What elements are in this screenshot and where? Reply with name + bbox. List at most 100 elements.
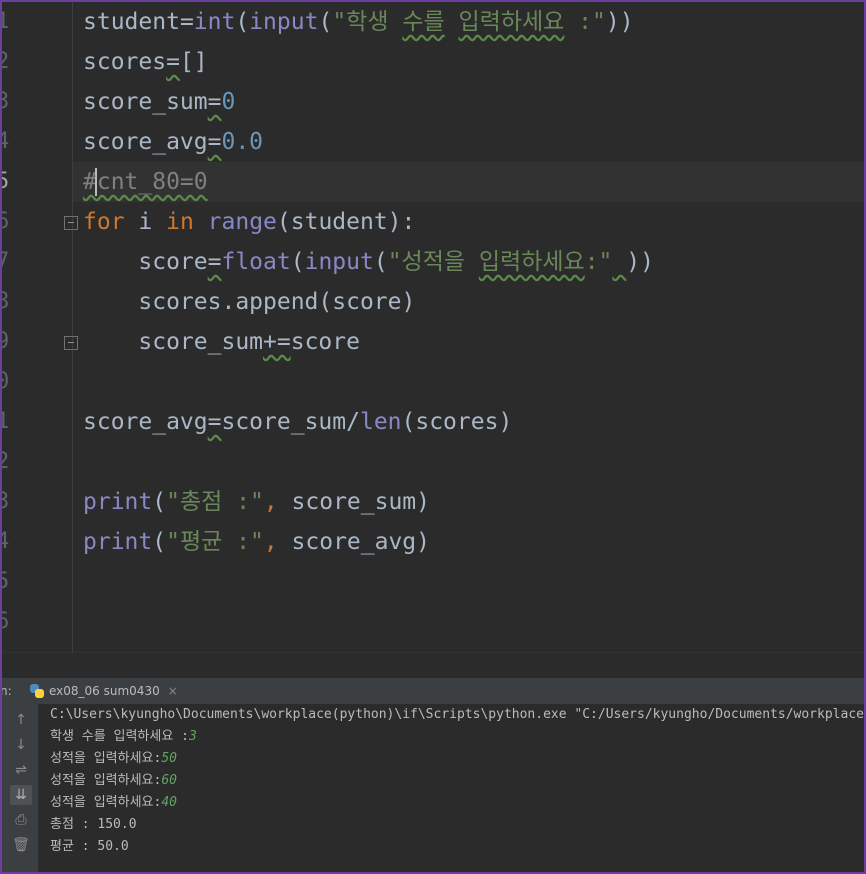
console-text: 성적을 입력하세요: [50, 751, 162, 766]
console-line: C:\Users\kyungho\Documents\workplace(pyt… [50, 704, 866, 726]
code-token: )) [605, 9, 634, 35]
code-token: ( [373, 249, 388, 275]
line-number: 4 [0, 529, 10, 554]
code-line[interactable]: score_sum+=score [83, 322, 360, 362]
line-number: 0 [0, 369, 10, 394]
code-token: 입력하세요 [458, 9, 565, 35]
code-line[interactable]: for i in range(student): [83, 202, 415, 242]
run-tab-title: ex08_06 sum0430 [49, 684, 160, 698]
code-token: in [166, 209, 194, 235]
code-token: student [83, 9, 180, 35]
code-token: scores.append(score) [83, 289, 416, 315]
code-token: = [207, 409, 222, 435]
console-text: 성적을 입력하세요: [50, 795, 162, 810]
code-token: "성적을 [387, 249, 479, 275]
code-line[interactable]: student=int(input("학생 수를 입력하세요 :")) [83, 2, 634, 42]
console-text: C:\Users\kyungho\Documents\workplace(pyt… [50, 707, 866, 722]
line-number: 1 [0, 409, 10, 434]
console-line: 성적을 입력하세요:60 [50, 770, 177, 792]
code-token: [] [179, 49, 208, 75]
console-text: 성적을 입력하세요: [50, 773, 162, 788]
code-token: 0 [221, 89, 236, 115]
code-token: += [263, 329, 291, 355]
line-number: 6 [0, 609, 10, 634]
line-number: 1 [0, 9, 10, 34]
rerun-up-icon[interactable]: ↑ [10, 710, 32, 730]
code-line[interactable]: score_sum=0 [83, 82, 235, 122]
code-token: :" [564, 9, 606, 35]
code-line[interactable]: #cnt_80=0 [83, 162, 208, 202]
code-line[interactable]: scores=[] [83, 42, 208, 82]
code-line[interactable]: score_avg=score_sum/len(scores) [83, 402, 512, 442]
code-editor[interactable]: 1234567890123456 student=int(input("학생 수… [0, 0, 866, 652]
code-line[interactable]: print("평균 :", score_avg) [83, 522, 430, 562]
code-token: = [166, 49, 180, 75]
code-token: 0.0 [221, 129, 264, 155]
code-line[interactable]: score=float(input("성적을 입력하세요:" )) [83, 242, 654, 282]
run-console-output[interactable]: C:\Users\kyungho\Documents\workplace(pyt… [38, 704, 866, 874]
console-user-input: 40 [161, 795, 177, 810]
line-number: 7 [0, 249, 10, 274]
run-tab[interactable]: ex08_06 sum0430 × [24, 678, 178, 704]
print-icon[interactable]: ⎙ [10, 810, 32, 830]
down-icon[interactable]: ↓ [10, 735, 32, 755]
line-number: 2 [0, 49, 10, 74]
line-number: 9 [0, 329, 10, 354]
code-token: :" [584, 249, 613, 275]
code-token: "학생 [332, 9, 403, 35]
code-token: int [193, 9, 236, 35]
code-token: float [221, 249, 291, 275]
code-token: print [83, 489, 153, 515]
code-token: score_sum [83, 89, 208, 115]
text-cursor [95, 168, 97, 196]
code-line[interactable]: score_avg=0.0 [83, 122, 263, 162]
line-number: 5 [0, 569, 10, 594]
run-panel-label: n: [0, 684, 12, 698]
fold-marker-end-block[interactable] [64, 336, 78, 350]
line-number: 5 [0, 169, 10, 194]
code-line[interactable]: print("총점 :", score_sum) [83, 482, 430, 522]
code-token: ( [290, 249, 305, 275]
console-line: 평균 : 50.0 [50, 836, 129, 858]
console-user-input: 3 [188, 729, 197, 744]
run-panel-header: n: ex08_06 sum0430 × [0, 678, 866, 705]
code-token: = [207, 129, 222, 155]
code-token: (student): [276, 209, 416, 235]
run-toolbar: ↑ ↓ ⇌ ⇊ ⎙ 🗑 [0, 704, 39, 874]
code-token: ( [318, 9, 333, 35]
code-token: print [83, 529, 153, 555]
code-token: 수를 [402, 9, 445, 35]
line-number: 3 [0, 489, 10, 514]
line-number: 6 [0, 209, 10, 234]
code-token: len [359, 409, 402, 435]
trash-icon[interactable]: 🗑 [10, 835, 32, 855]
editor-gutter[interactable]: 1 2 3 4 5 6 7 8 9 0 1 2 3 4 5 6 [0, 0, 78, 652]
code-token: for [83, 209, 125, 235]
code-token: input [304, 249, 374, 275]
code-token: score_sum/ [221, 409, 360, 435]
code-line[interactable]: scores.append(score) [83, 282, 415, 322]
console-line: 총점 : 150.0 [50, 814, 137, 836]
soft-wrap-icon[interactable]: ⇌ [10, 760, 32, 780]
console-line: 성적을 입력하세요:50 [50, 748, 177, 770]
code-token: = [207, 89, 222, 115]
code-token: )) [626, 249, 654, 275]
code-token: "평균 :" [166, 529, 264, 555]
console-user-input: 60 [161, 773, 177, 788]
code-token: score_sum) [291, 489, 431, 515]
console-text: 학생 수를 입력하세요 : [50, 729, 189, 744]
code-token: (scores) [401, 409, 513, 435]
console-line: 학생 수를 입력하세요 :3 [50, 726, 197, 748]
code-token: ( [235, 9, 250, 35]
code-token: ( [152, 489, 167, 515]
fold-marker-for-block[interactable] [64, 216, 78, 230]
line-number: 2 [0, 449, 10, 474]
code-token: score_avg [83, 129, 208, 155]
scroll-to-end-icon[interactable]: ⇊ [10, 785, 32, 805]
code-token: score_avg [83, 409, 208, 435]
close-icon[interactable]: × [168, 684, 178, 698]
code-token: "총점 :" [166, 489, 264, 515]
code-token: score [83, 249, 208, 275]
